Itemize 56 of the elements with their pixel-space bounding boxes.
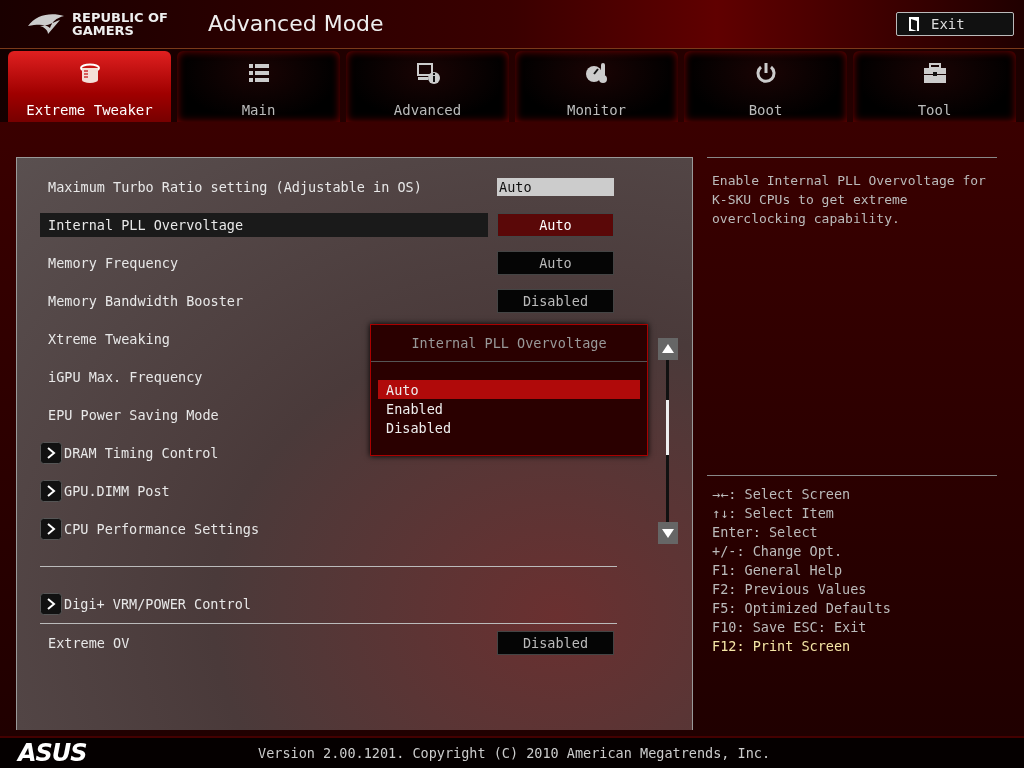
brand-name: GAMERS bbox=[72, 23, 135, 37]
key-hint: Enter: Select bbox=[712, 523, 819, 542]
brand-name: REPUBLIC OF bbox=[72, 10, 168, 24]
tab[interactable]: Extreme Tweaker bbox=[8, 50, 171, 122]
submenu-label: DRAM Timing Control bbox=[64, 445, 219, 461]
chevron-icon bbox=[40, 480, 62, 502]
popup-option[interactable]: Auto bbox=[378, 380, 640, 399]
scroll-up-icon bbox=[658, 338, 678, 360]
key-hint: ↑↓: Select Item bbox=[712, 504, 835, 523]
key-hint: F10: Save ESC: Exit bbox=[712, 618, 868, 637]
monitor-info-icon bbox=[414, 60, 441, 85]
popup-title: Internal PLL Overvoltage bbox=[371, 325, 647, 362]
submenu-item[interactable]: DRAM Timing Control bbox=[40, 441, 219, 465]
popup-option[interactable]: Enabled bbox=[378, 399, 640, 418]
submenu-label: CPU Performance Settings bbox=[64, 521, 260, 537]
door-icon bbox=[907, 15, 921, 32]
window-title: Advanced Mode bbox=[208, 11, 385, 37]
setting-label[interactable]: Memory Bandwidth Booster bbox=[40, 289, 488, 313]
setting-label[interactable]: Memory Frequency bbox=[40, 251, 488, 275]
help-description: Enable Internal PLL Overvoltage for K-SKU CPUs to get extreme overclocking capability. bbox=[711, 172, 987, 228]
value-selector[interactable]: Disabled bbox=[497, 289, 614, 313]
key-hint: F12: Print Screen bbox=[712, 637, 852, 656]
rog-eye-icon bbox=[26, 11, 66, 36]
setting-label[interactable]: Extreme OV bbox=[40, 631, 488, 655]
setting-label[interactable]: Internal PLL Overvoltage bbox=[40, 213, 488, 237]
tab[interactable]: Monitor bbox=[515, 50, 678, 122]
value-selector[interactable]: Auto bbox=[497, 213, 614, 237]
chevron-icon bbox=[40, 593, 62, 615]
key-hint: →←: Select Screen bbox=[712, 485, 852, 504]
scroll-down-icon bbox=[658, 522, 678, 544]
setting-label[interactable]: Maximum Turbo Ratio setting (Adjustable in OS) bbox=[40, 175, 488, 199]
tab[interactable]: Advanced bbox=[346, 50, 509, 122]
brand-logo: ASUS bbox=[18, 739, 88, 767]
input-field[interactable]: Auto bbox=[497, 178, 614, 196]
chevron-icon bbox=[40, 518, 62, 540]
submenu-label: Digi+ VRM/POWER Control bbox=[64, 596, 251, 612]
key-hint: F2: Previous Values bbox=[712, 580, 868, 599]
tab[interactable]: Boot bbox=[684, 50, 847, 122]
popup-option[interactable]: Disabled bbox=[378, 418, 640, 437]
version-text: Version 2.00.1201. Copyright (C) 2010 American Megatrends, Inc. bbox=[258, 745, 771, 761]
toolbox-icon bbox=[921, 60, 948, 85]
key-hint: +/-: Change Opt. bbox=[712, 542, 844, 561]
scroll-thumb[interactable] bbox=[666, 400, 669, 455]
tab[interactable]: Tool bbox=[853, 50, 1016, 122]
exit-button[interactable]: Exit bbox=[896, 11, 1014, 36]
value-selector[interactable]: Auto bbox=[497, 251, 614, 275]
tab[interactable]: Main bbox=[177, 50, 340, 122]
submenu-item[interactable]: GPU.DIMM Post bbox=[40, 479, 170, 503]
submenu-label: GPU.DIMM Post bbox=[64, 483, 170, 499]
value-selector[interactable]: Disabled bbox=[497, 631, 614, 655]
chevron-icon bbox=[40, 442, 62, 464]
submenu-item[interactable]: Digi+ VRM/POWER Control bbox=[40, 592, 251, 616]
thermometer-gauge-icon bbox=[583, 60, 610, 85]
key-hint: F1: General Help bbox=[712, 561, 844, 580]
submenu-item[interactable]: CPU Performance Settings bbox=[40, 517, 260, 541]
key-hint: F5: Optimized Defaults bbox=[712, 599, 892, 618]
